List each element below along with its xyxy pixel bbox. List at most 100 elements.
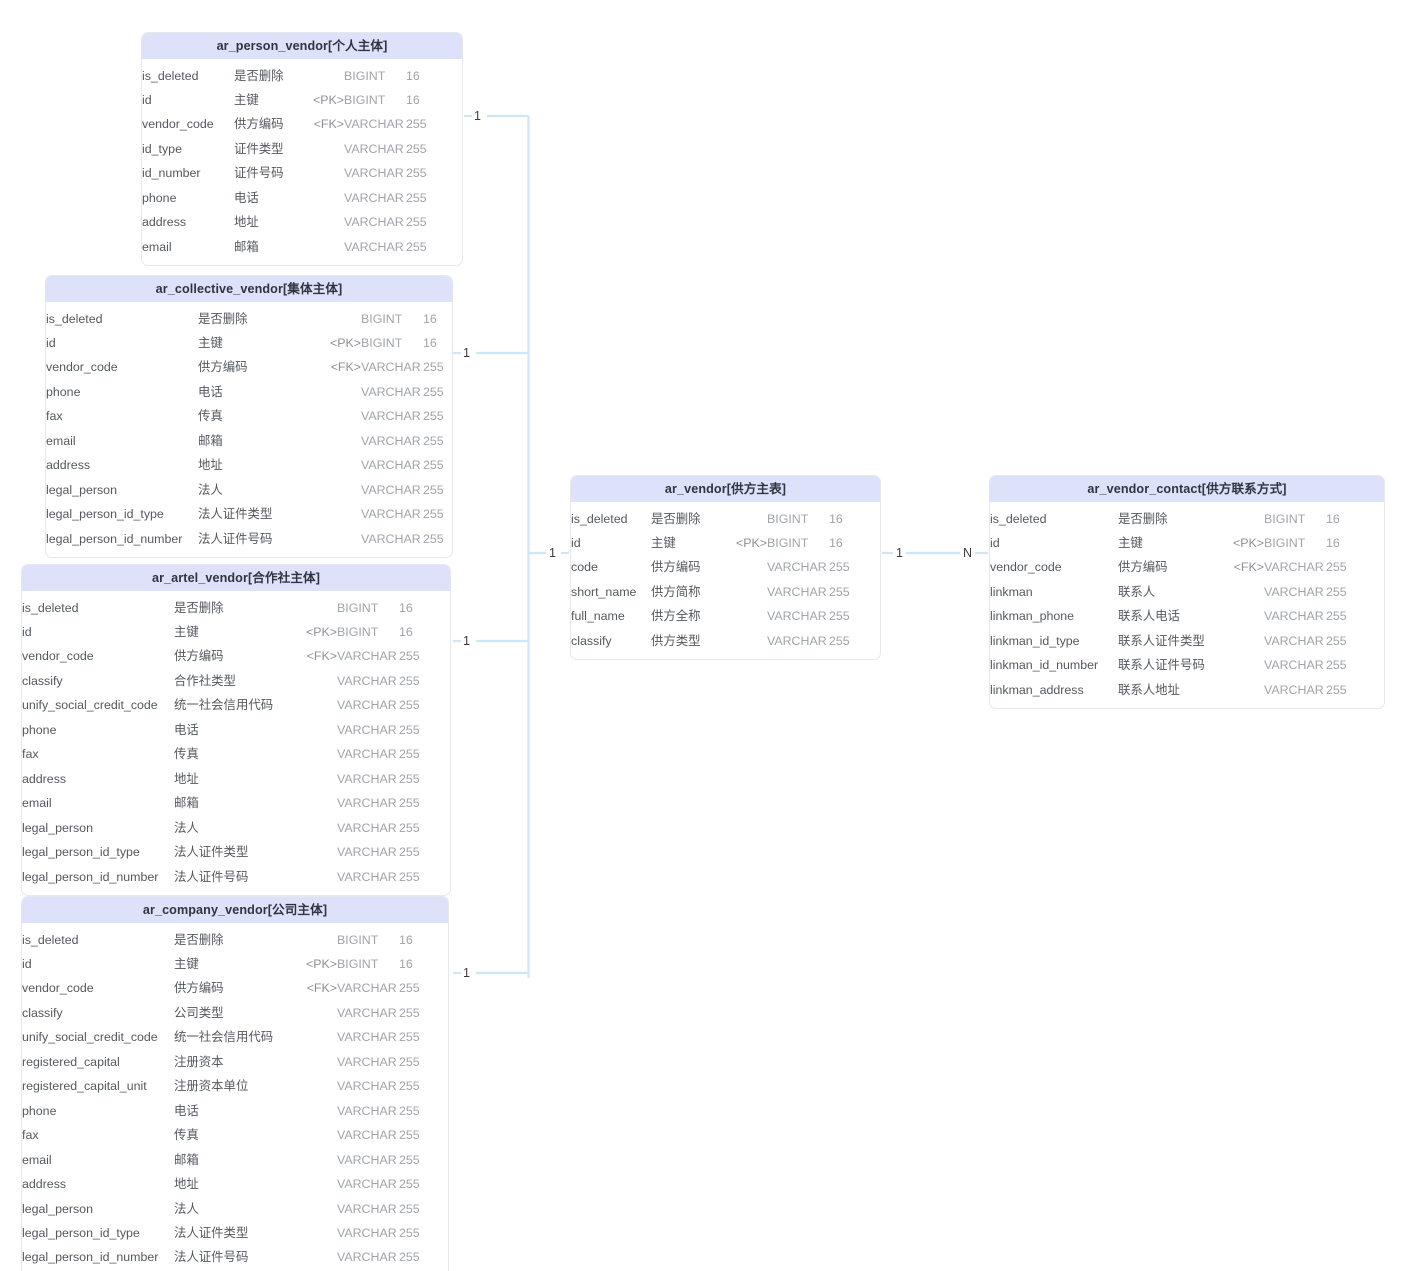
field-row[interactable]: is_deleted 是否删除 BIGINT 16 xyxy=(142,63,462,87)
field-row[interactable]: short_name 供方简称 VARCHAR 255 xyxy=(571,580,880,604)
field-row[interactable]: linkman_phone 联系人电话 VARCHAR 255 xyxy=(990,604,1384,628)
field-row[interactable]: email 邮箱 VARCHAR 255 xyxy=(142,235,462,259)
field-name: registered_capital xyxy=(22,1054,120,1069)
entity-ar-artel-vendor[interactable]: ar_artel_vendor[合作社主体] is_deleted 是否删除 BIG… xyxy=(21,564,451,896)
field-row[interactable]: id 主键 <PK> BIGINT 16 xyxy=(46,331,452,355)
entity-ar-collective-vendor[interactable]: ar_collective_vendor[集体主体] is_deleted 是否删… xyxy=(45,275,453,558)
field-name: legal_person xyxy=(46,482,117,497)
field-length: 255 xyxy=(399,1128,420,1143)
field-row[interactable]: legal_person_id_number 法人证件号码 VARCHAR 255 xyxy=(22,1245,448,1269)
field-row[interactable]: address 地址 VARCHAR 255 xyxy=(142,210,462,234)
field-row[interactable]: id 主键 <PK> BIGINT 16 xyxy=(22,620,450,644)
field-type: VARCHAR xyxy=(767,609,827,624)
field-row[interactable]: fax 传真 VARCHAR 255 xyxy=(46,404,452,428)
field-row[interactable]: registered_capital_unit 注册资本单位 VARCHAR 255 xyxy=(22,1074,448,1098)
field-row[interactable]: is_deleted 是否删除 BIGINT 16 xyxy=(22,595,450,619)
entity-title: ar_vendor_contact[供方联系方式] xyxy=(990,476,1384,503)
field-row[interactable]: legal_person_id_type 法人证件类型 VARCHAR 255 xyxy=(22,1221,448,1245)
field-length: 255 xyxy=(399,796,420,811)
field-row[interactable]: address 地址 VARCHAR 255 xyxy=(46,453,452,477)
field-row[interactable]: phone 电话 VARCHAR 255 xyxy=(22,718,450,742)
field-row[interactable]: is_deleted 是否删除 BIGINT 16 xyxy=(22,927,448,951)
entity-fields: is_deleted 是否删除 BIGINT 16 id 主键 <PK> BIGINT 16 ve… xyxy=(22,923,448,1271)
field-name: legal_person_id_type xyxy=(46,507,164,522)
field-row[interactable]: is_deleted 是否删除 BIGINT 16 xyxy=(571,506,880,530)
field-type: VARCHAR xyxy=(337,673,397,688)
field-name: id_number xyxy=(142,166,201,181)
field-row[interactable]: email 邮箱 VARCHAR 255 xyxy=(22,791,450,815)
field-row[interactable]: full_name 供方全称 VARCHAR 255 xyxy=(571,604,880,628)
field-row[interactable]: fax 传真 VARCHAR 255 xyxy=(22,1123,448,1147)
field-row[interactable]: code 供方编码 VARCHAR 255 xyxy=(571,555,880,579)
field-type: VARCHAR xyxy=(337,796,397,811)
field-row[interactable]: id 主键 <PK> BIGINT 16 xyxy=(990,531,1384,555)
field-row[interactable]: classify 合作社类型 VARCHAR 255 xyxy=(22,669,450,693)
field-name: address xyxy=(142,215,187,230)
field-row[interactable]: linkman_id_type 联系人证件类型 VARCHAR 255 xyxy=(990,629,1384,653)
field-type: VARCHAR xyxy=(337,845,397,860)
field-comment: 传真 xyxy=(174,1128,199,1143)
field-row[interactable]: id 主键 <PK> BIGINT 16 xyxy=(571,531,880,555)
field-row[interactable]: vendor_code 供方编码 <FK> VARCHAR 255 xyxy=(46,355,452,379)
field-name: linkman_phone xyxy=(990,609,1075,624)
cardinality-label: N xyxy=(963,546,973,560)
field-row[interactable]: legal_person 法人 VARCHAR 255 xyxy=(46,478,452,502)
field-row[interactable]: phone 电话 VARCHAR 255 xyxy=(22,1099,448,1123)
field-row[interactable]: classify 公司类型 VARCHAR 255 xyxy=(22,1001,448,1025)
field-comment: 主键 xyxy=(198,336,223,351)
field-row[interactable]: id_type 证件类型 VARCHAR 255 xyxy=(142,137,462,161)
entity-ar-person-vendor[interactable]: ar_person_vendor[个人主体] is_deleted 是否删除 BIG… xyxy=(141,32,463,267)
field-row[interactable]: linkman_address 联系人地址 VARCHAR 255 xyxy=(990,678,1384,702)
entity-ar-company-vendor[interactable]: ar_company_vendor[公司主体] is_deleted 是否删除 BI… xyxy=(21,896,449,1271)
field-row[interactable]: is_deleted 是否删除 BIGINT 16 xyxy=(46,306,452,330)
field-row[interactable]: unify_social_credit_code 统一社会信用代码 VARCHAR 2… xyxy=(22,1025,448,1049)
field-type: VARCHAR xyxy=(767,584,827,599)
field-key xyxy=(1216,678,1264,702)
field-comment: 供方编码 xyxy=(198,360,248,375)
field-row[interactable]: is_deleted 是否删除 BIGINT 16 xyxy=(990,506,1384,530)
field-comment: 是否删除 xyxy=(174,932,224,947)
field-row[interactable]: classify 供方类型 VARCHAR 255 xyxy=(571,629,880,653)
field-row[interactable]: legal_person_id_type 法人证件类型 VARCHAR 255 xyxy=(46,502,452,526)
field-key xyxy=(289,1172,337,1196)
field-row[interactable]: vendor_code 供方编码 <FK> VARCHAR 255 xyxy=(22,976,448,1000)
field-row[interactable]: id_number 证件号码 VARCHAR 255 xyxy=(142,161,462,185)
field-row[interactable]: phone 电话 VARCHAR 255 xyxy=(142,186,462,210)
field-row[interactable]: id 主键 <PK> BIGINT 16 xyxy=(142,88,462,112)
entity-ar-vendor[interactable]: ar_vendor[供方主表] is_deleted 是否删除 BIGINT 16 id… xyxy=(570,475,881,661)
field-row[interactable]: linkman_id_number 联系人证件号码 VARCHAR 255 xyxy=(990,653,1384,677)
field-key: <FK> xyxy=(306,649,337,664)
field-comment: 联系人电话 xyxy=(1118,609,1180,624)
field-row[interactable]: vendor_code 供方编码 <FK> VARCHAR 255 xyxy=(22,644,450,668)
field-type: VARCHAR xyxy=(337,1201,397,1216)
field-row[interactable]: registered_capital 注册资本 VARCHAR 255 xyxy=(22,1050,448,1074)
field-length: 255 xyxy=(829,633,850,648)
field-comment: 主键 xyxy=(1118,536,1143,551)
field-row[interactable]: vendor_code 供方编码 <FK> VARCHAR 255 xyxy=(142,112,462,136)
field-row[interactable]: phone 电话 VARCHAR 255 xyxy=(46,380,452,404)
field-row[interactable]: id 主键 <PK> BIGINT 16 xyxy=(22,952,448,976)
field-row[interactable]: legal_person 法人 VARCHAR 255 xyxy=(22,816,450,840)
entity-ar-vendor-contact[interactable]: ar_vendor_contact[供方联系方式] is_deleted 是否删除… xyxy=(989,475,1385,710)
field-name: is_deleted xyxy=(990,511,1047,526)
field-row[interactable]: unify_social_credit_code 统一社会信用代码 VARCHAR 2… xyxy=(22,693,450,717)
field-row[interactable]: legal_person_id_number 法人证件号码 VARCHAR 255 xyxy=(22,864,450,888)
field-row[interactable]: email 邮箱 VARCHAR 255 xyxy=(46,429,452,453)
field-row[interactable]: legal_person 法人 VARCHAR 255 xyxy=(22,1196,448,1220)
field-row[interactable]: address 地址 VARCHAR 255 xyxy=(22,1172,448,1196)
field-comment: 证件类型 xyxy=(234,141,284,156)
field-key xyxy=(296,161,344,185)
field-row[interactable]: vendor_code 供方编码 <FK> VARCHAR 255 xyxy=(990,555,1384,579)
field-type: VARCHAR xyxy=(361,482,421,497)
field-row[interactable]: email 邮箱 VARCHAR 255 xyxy=(22,1148,448,1172)
field-row[interactable]: legal_person_id_type 法人证件类型 VARCHAR 255 xyxy=(22,840,450,864)
field-key xyxy=(296,235,344,259)
field-row[interactable]: address 地址 VARCHAR 255 xyxy=(22,767,450,791)
field-row[interactable]: legal_person_id_number 法人证件号码 VARCHAR 255 xyxy=(46,527,452,551)
field-comment: 公司类型 xyxy=(174,1005,224,1020)
field-comment: 邮箱 xyxy=(234,239,259,254)
field-length: 255 xyxy=(829,560,850,575)
field-row[interactable]: linkman 联系人 VARCHAR 255 xyxy=(990,580,1384,604)
field-length: 255 xyxy=(423,531,444,546)
field-row[interactable]: fax 传真 VARCHAR 255 xyxy=(22,742,450,766)
